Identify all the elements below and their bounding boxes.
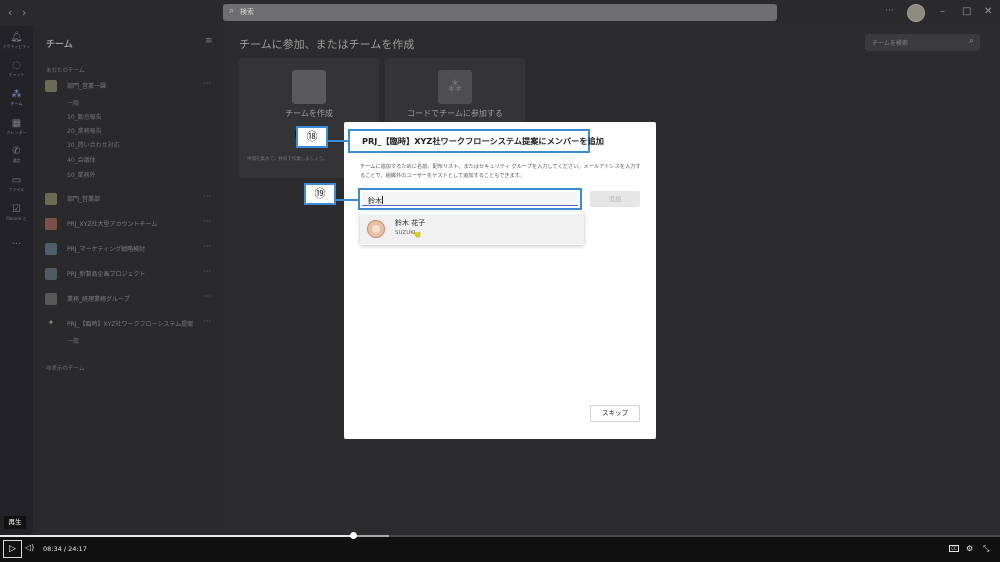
search-input[interactable]: ⌕ 検索: [223, 4, 777, 21]
search-icon: ⌕: [968, 36, 974, 46]
title-bar: ‹ › ⌕ 検索 ··· – □ ✕: [0, 0, 1000, 26]
progress-played: [0, 535, 353, 537]
collapse-icon[interactable]: ⤡: [983, 544, 989, 554]
add-members-dialog: PRJ_【臨時】XYZ社ワークフローシステム提案にメンバーを追加 チームに追加す…: [344, 122, 656, 439]
minimize-icon[interactable]: –: [940, 6, 945, 17]
your-teams-label: あなたのチーム: [46, 68, 85, 74]
play-tooltip: 再生: [4, 516, 26, 529]
team-avatar: ✦: [45, 318, 57, 330]
maximize-icon[interactable]: □: [962, 6, 971, 17]
channel-item[interactable]: 一般: [67, 336, 79, 345]
team-avatar: [45, 293, 57, 305]
rail-more[interactable]: ...: [0, 236, 33, 247]
more-options-icon[interactable]: ···: [203, 79, 211, 88]
rail-planner[interactable]: ☑ Planner と: [0, 204, 33, 222]
bell-icon: 🔔︎: [10, 32, 23, 43]
phone-icon: ✆: [12, 146, 21, 157]
hidden-teams-label: 非表示のチーム: [46, 366, 85, 372]
more-options-icon[interactable]: ···: [203, 317, 211, 326]
more-icon: ...: [11, 236, 22, 247]
team-row[interactable]: 部門_営業部 ···: [45, 192, 217, 206]
chat-icon: ◌: [12, 60, 21, 71]
rail-calls[interactable]: ✆ 通話: [0, 146, 33, 164]
team-avatar: [45, 218, 57, 230]
play-button[interactable]: ▷: [3, 540, 22, 558]
panel-title: チーム: [46, 40, 73, 50]
more-options-icon[interactable]: ···: [203, 217, 211, 226]
page-title: チームに参加、またはチームを作成: [239, 38, 415, 51]
rail-chat[interactable]: ◌ チャット: [0, 60, 33, 78]
time-display: 08:34 / 24:17: [43, 545, 87, 553]
rail-activity[interactable]: 🔔︎ アクティビティ: [0, 32, 33, 50]
team-row[interactable]: PRJ_マーケティング戦略検討 ···: [45, 242, 217, 256]
more-options-icon[interactable]: ···: [203, 267, 211, 276]
avatar: [367, 220, 385, 238]
team-avatar: [45, 80, 57, 92]
user-avatar[interactable]: [907, 4, 925, 22]
team-avatar: [45, 268, 57, 280]
teams-icon: ⁂: [11, 89, 22, 100]
forward-arrow-icon[interactable]: ›: [22, 6, 26, 19]
team-avatar: [45, 193, 57, 205]
team-search-input[interactable]: チームを検索 ⌕: [865, 34, 980, 51]
team-row[interactable]: 部門_営業一課 ···: [45, 79, 217, 93]
more-options-icon[interactable]: ···: [203, 242, 211, 251]
rail-teams[interactable]: ⁂ チーム: [0, 89, 33, 107]
suggestion-name: 鈴木 花子: [395, 219, 426, 227]
dialog-title: PRJ_【臨時】XYZ社ワークフローシステム提案にメンバーを追加: [348, 129, 604, 153]
close-icon[interactable]: ✕: [984, 6, 992, 17]
callout-19: ⑲: [304, 183, 336, 205]
channel-item[interactable]: 30_問い合わせ対応: [67, 140, 120, 149]
callout-connector: [336, 199, 358, 201]
settings-icon[interactable]: ⚙: [966, 544, 973, 553]
back-arrow-icon[interactable]: ‹: [8, 6, 12, 19]
channel-item[interactable]: 10_勤怠報告: [67, 112, 102, 121]
team-list-panel: チーム ≡ あなたのチーム 部門_営業一課 ··· 一般 10_勤怠報告 20_…: [33, 26, 225, 536]
filter-icon[interactable]: ≡: [205, 36, 213, 46]
player-controls: [0, 536, 1000, 562]
more-options-icon[interactable]: ···: [203, 192, 211, 201]
join-team-icon: ⁂: [438, 70, 472, 104]
hand-cursor-icon: ☚: [412, 230, 421, 241]
create-team-icon: [292, 70, 326, 104]
calendar-icon: ▦: [11, 118, 22, 129]
channel-item[interactable]: 一般: [67, 98, 79, 107]
progress-handle[interactable]: [349, 532, 357, 539]
file-icon: ▭: [11, 175, 22, 186]
team-row[interactable]: 業務_経理業務グループ ···: [45, 292, 217, 306]
rail-calendar[interactable]: ▦ カレンダー: [0, 118, 33, 136]
channel-item[interactable]: 40_会議体: [67, 155, 96, 164]
more-options-icon[interactable]: ···: [203, 292, 211, 301]
search-icon: ⌕: [229, 6, 235, 16]
callout-connector: [328, 140, 348, 142]
app-rail: 🔔︎ アクティビティ ◌ チャット ⁂ チーム ▦ カレンダー ✆ 通話 ▭ フ…: [0, 26, 33, 536]
suggestion-dropdown: 鈴木 花子 SUZUKI ☚: [360, 212, 584, 245]
member-search-input[interactable]: 鈴木: [358, 188, 582, 210]
skip-button[interactable]: スキップ: [590, 405, 640, 422]
callout-18: ⑱: [296, 126, 328, 148]
planner-icon: ☑: [12, 204, 21, 215]
more-options-icon[interactable]: ···: [885, 6, 894, 16]
team-avatar: [45, 243, 57, 255]
volume-icon[interactable]: ◁): [25, 543, 34, 552]
channel-item[interactable]: 20_業務報告: [67, 126, 102, 135]
team-row[interactable]: PRJ_新製品企画プロジェクト ···: [45, 267, 217, 281]
team-row[interactable]: PRJ_XYZ社大型アカウントチーム ···: [45, 217, 217, 231]
input-value: 鈴木: [368, 197, 382, 205]
dialog-description: チームに追加するために名前、配布リスト、またはセキュリティ グループを入力してく…: [360, 164, 641, 179]
team-row[interactable]: ✦ PRJ_【臨時】XYZ社ワークフローシステム提案 ···: [45, 317, 217, 331]
add-button[interactable]: 追加: [590, 191, 640, 207]
channel-item[interactable]: 50_業務外: [67, 170, 96, 179]
rail-files[interactable]: ▭ ファイル: [0, 175, 33, 193]
search-placeholder: 検索: [240, 8, 254, 16]
captions-icon[interactable]: CC: [949, 545, 959, 552]
suggestion-item[interactable]: 鈴木 花子 SUZUKI ☚: [360, 214, 584, 244]
